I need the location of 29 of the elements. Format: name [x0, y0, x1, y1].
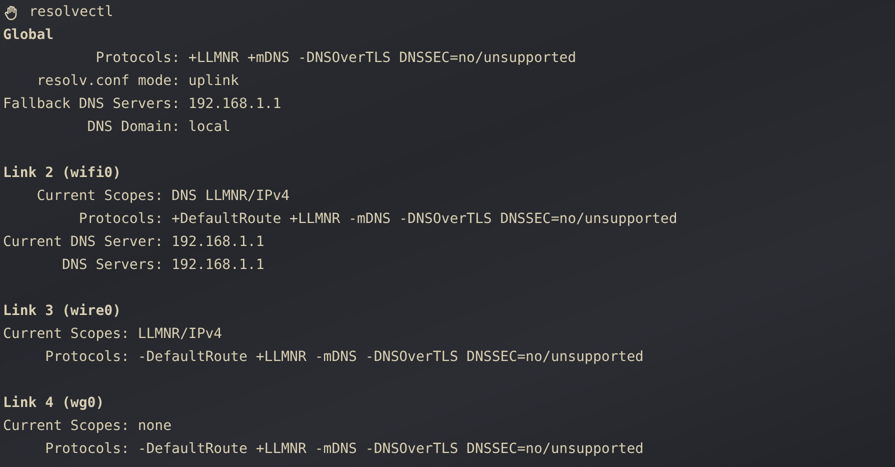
- field-value: 192.168.1.1: [188, 95, 282, 114]
- field-label: DNS Domain:: [87, 118, 180, 137]
- section-heading: Link 4 (wg0): [3, 394, 104, 413]
- field-label: Current DNS Server:: [3, 233, 164, 252]
- field-value: LLMNR/IPv4: [138, 325, 224, 344]
- field-value: uplink: [188, 72, 240, 91]
- section-heading: Global: [3, 26, 54, 45]
- field-label: Protocols:: [45, 440, 130, 459]
- command-text: resolvectl: [29, 3, 114, 22]
- section-heading: Link 3 (wire0): [3, 302, 122, 321]
- field-label: DNS Servers:: [62, 256, 164, 275]
- field-label: Protocols:: [96, 49, 180, 68]
- field-value: +LLMNR +mDNS -DNSOverTLS DNSSEC=no/unsupported: [188, 49, 576, 68]
- field-label: Current Scopes:: [3, 417, 130, 436]
- field-value: 192.168.1.1: [172, 256, 266, 275]
- field-value: +DefaultRoute +LLMNR -mDNS -DNSOverTLS DNSSEC=no/unsupported: [172, 210, 678, 229]
- field-label: Fallback DNS Servers:: [3, 95, 180, 114]
- section-heading: Link 2 (wifi0): [3, 164, 122, 183]
- field-label: Protocols:: [78, 210, 164, 229]
- field-label: Current Scopes:: [3, 325, 130, 344]
- field-value: DNS LLMNR/IPv4: [172, 187, 291, 206]
- field-value: 192.168.1.1: [172, 233, 266, 252]
- field-label: Current Scopes:: [36, 187, 164, 206]
- field-value: -DefaultRoute +LLMNR -mDNS -DNSOverTLS DNSSEC=no/unsupported: [138, 348, 644, 367]
- field-label: resolv.conf mode:: [36, 72, 180, 91]
- field-value: none: [138, 417, 173, 436]
- field-value: local: [188, 118, 232, 137]
- field-label: Protocols:: [45, 348, 130, 367]
- field-value: -DefaultRoute +LLMNR -mDNS -DNSOverTLS DNSSEC=no/unsupported: [138, 440, 644, 459]
